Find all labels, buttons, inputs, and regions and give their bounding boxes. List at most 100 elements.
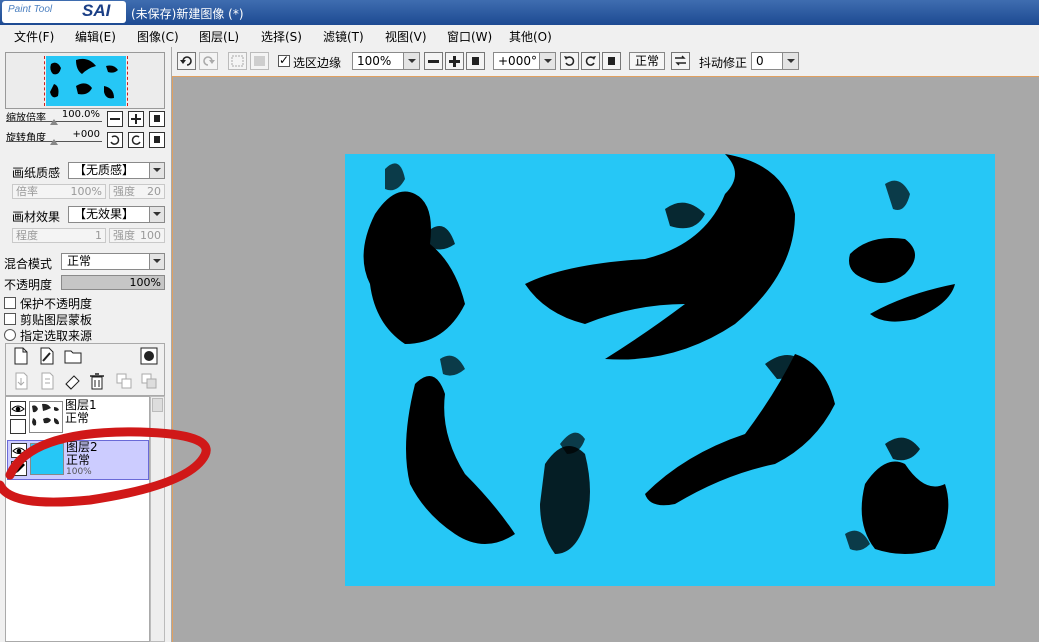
flatten-icon[interactable] xyxy=(140,372,158,390)
chevron-down-icon xyxy=(782,53,798,69)
invert-selection-button[interactable] xyxy=(250,52,269,70)
menu-filter[interactable]: 滤镜(T) xyxy=(323,28,364,45)
zoom-in-button[interactable] xyxy=(445,52,464,70)
menu-edit[interactable]: 编辑(E) xyxy=(75,28,116,45)
rotate-slider-value: +000 xyxy=(72,129,100,140)
paper-scale-field: 倍率 100% xyxy=(12,184,106,199)
trash-icon[interactable] xyxy=(88,372,106,390)
material-effect-dropdown[interactable]: 【无效果】 xyxy=(68,206,165,223)
rotation-dropdown[interactable]: +000° xyxy=(493,52,556,70)
redo-icon xyxy=(203,56,215,66)
effect-strength-field: 强度 100 xyxy=(109,228,165,243)
opacity-value: 100% xyxy=(129,276,161,289)
plus-icon xyxy=(131,114,141,124)
merge-down-icon[interactable] xyxy=(38,372,56,390)
preserve-opacity-label: 保护不透明度 xyxy=(20,297,93,311)
chevron-down-icon xyxy=(539,53,555,69)
nav-rotate-right-button[interactable] xyxy=(128,132,144,148)
clear-layer-icon[interactable] xyxy=(64,372,82,390)
menu-selection[interactable]: 选择(S) xyxy=(261,28,302,45)
zoom-dropdown[interactable]: 100% xyxy=(352,52,420,70)
opacity-slider[interactable]: 100% xyxy=(61,275,165,290)
logo-small-text: Paint Tool xyxy=(8,4,53,15)
menu-file[interactable]: 文件(F) xyxy=(14,28,54,45)
canvas[interactable] xyxy=(345,154,995,586)
clipping-group-checkbox[interactable] xyxy=(4,313,16,325)
zoom-out-button[interactable] xyxy=(424,52,443,70)
new-linework-layer-icon[interactable] xyxy=(38,347,56,365)
paper-strength-value: 20 xyxy=(147,185,161,198)
menu-layer[interactable]: 图层(L) xyxy=(199,28,239,45)
rotate-left-icon xyxy=(564,56,575,66)
square-icon xyxy=(154,115,160,122)
chevron-down-icon xyxy=(403,53,419,69)
zoom-dropdown-value: 100% xyxy=(357,54,392,68)
nav-zoom-in-button[interactable] xyxy=(128,111,144,127)
deselect-icon xyxy=(231,55,244,67)
new-folder-icon[interactable] xyxy=(64,347,82,365)
menu-window[interactable]: 窗口(W) xyxy=(447,28,492,45)
rotate-slider[interactable]: 旋转角度 +000 xyxy=(6,129,102,147)
nav-rotate-reset-button[interactable] xyxy=(149,132,165,148)
menu-image[interactable]: 图像(C) xyxy=(137,28,179,45)
merge-visible-icon[interactable] xyxy=(115,372,133,390)
rotate-reset-button[interactable] xyxy=(602,52,621,70)
plus-icon xyxy=(449,56,460,67)
title-bar: Paint Tool SAI (未保存)新建图像 (*) xyxy=(0,0,1039,25)
rotate-left-button[interactable] xyxy=(560,52,579,70)
scroll-up-button[interactable] xyxy=(152,398,163,412)
zoom-reset-button[interactable] xyxy=(466,52,485,70)
mode-normal-button[interactable]: 正常 xyxy=(629,52,666,70)
effect-degree-label: 程度 xyxy=(16,229,38,242)
effect-strength-label: 强度 xyxy=(113,229,135,242)
rotate-right-button[interactable] xyxy=(581,52,600,70)
blend-mode-label: 混合模式 xyxy=(4,257,53,271)
effect-degree-field: 程度 1 xyxy=(12,228,106,243)
blend-mode-dropdown[interactable]: 正常 xyxy=(61,253,165,270)
sai-window: Paint Tool SAI (未保存)新建图像 (*) 文件(F) 编辑(E)… xyxy=(0,0,1039,642)
toolbar: 选区边缘 100% +000° 正常 抖动修正 xyxy=(172,47,1039,76)
stabilizer-label: 抖动修正 xyxy=(699,56,748,70)
layer-mask-icon[interactable] xyxy=(140,347,158,365)
navigator-preview[interactable] xyxy=(5,52,165,109)
preserve-opacity-checkbox[interactable] xyxy=(4,297,16,309)
zoom-slider[interactable]: 缩放倍率 100.0% xyxy=(6,109,102,127)
effect-strength-value: 100 xyxy=(140,229,161,242)
selection-source-label: 指定选取来源 xyxy=(20,329,93,343)
nav-rotate-left-button[interactable] xyxy=(107,132,123,148)
selection-source-radio[interactable] xyxy=(4,329,16,341)
new-layer-icon[interactable] xyxy=(12,347,30,365)
chevron-down-icon xyxy=(149,207,164,222)
paper-texture-dropdown[interactable]: 【无质感】 xyxy=(68,162,165,179)
nav-zoom-reset-button[interactable] xyxy=(149,111,165,127)
rotate-right-icon xyxy=(131,135,141,145)
eye-icon xyxy=(11,405,25,412)
menu-view[interactable]: 视图(V) xyxy=(385,28,427,45)
rotation-dropdown-value: +000° xyxy=(498,54,537,68)
menu-other[interactable]: 其他(O) xyxy=(509,28,552,45)
redo-button[interactable] xyxy=(199,52,218,70)
layer-tools xyxy=(5,343,165,396)
transfer-down-icon[interactable] xyxy=(12,372,30,390)
undo-button[interactable] xyxy=(177,52,196,70)
left-panel: 缩放倍率 100.0% 旋转角度 +000 画纸质感 【无质感】 倍率 100%… xyxy=(0,47,172,642)
flip-icon xyxy=(675,55,686,66)
logo-big-text: SAI xyxy=(82,1,111,20)
paper-scale-label: 倍率 xyxy=(16,185,38,198)
nav-zoom-out-button[interactable] xyxy=(107,111,123,127)
rotate-slider-knob[interactable] xyxy=(50,139,58,145)
effect-degree-value: 1 xyxy=(95,229,102,242)
minus-icon xyxy=(428,60,439,63)
minus-icon xyxy=(110,118,120,120)
selection-edge-checkbox[interactable] xyxy=(278,53,290,67)
zoom-slider-knob[interactable] xyxy=(50,119,58,125)
visibility-toggle[interactable] xyxy=(10,401,26,416)
chevron-down-icon xyxy=(149,254,164,269)
flip-horizontal-button[interactable] xyxy=(671,52,690,70)
deselect-button[interactable] xyxy=(228,52,247,70)
stabilizer-dropdown[interactable]: 0 xyxy=(751,52,799,70)
navigator-ink-image xyxy=(50,58,118,99)
undo-icon xyxy=(180,56,192,66)
layer-name: 图层1 xyxy=(65,398,97,412)
canvas-workspace[interactable] xyxy=(172,76,1039,642)
